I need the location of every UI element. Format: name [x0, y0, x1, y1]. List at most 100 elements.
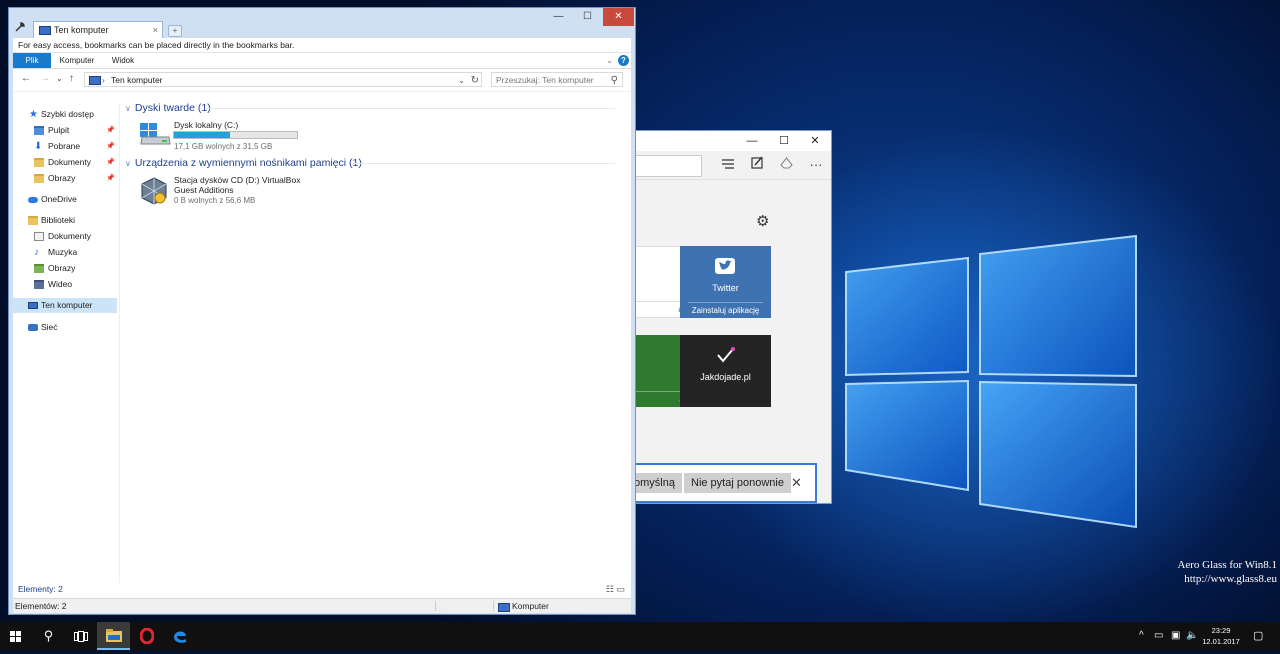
file-explorer-window: Ten komputer × + — ☐ ✕ For easy access, …	[8, 7, 636, 615]
search-input[interactable]: Przeszukaj: Ten komputer ⚲	[491, 72, 623, 87]
library-icon	[28, 216, 38, 225]
twitter-bird-icon	[715, 258, 735, 274]
opera-icon	[139, 627, 154, 645]
edge-taskbar-button[interactable]	[163, 622, 196, 650]
twitter-tile-install[interactable]: Zainstaluj aplikację	[688, 302, 763, 315]
drive-usage-bar	[173, 131, 298, 139]
file-explorer-taskbar-button[interactable]	[97, 622, 130, 650]
nav-item-biblioteki-dokumenty[interactable]: Dokumenty	[13, 229, 117, 244]
recent-locations-icon[interactable]: ⌄	[56, 74, 63, 83]
default-browser-notification: omyślną Nie pytaj ponownie ✕	[635, 463, 817, 503]
minimize-icon[interactable]: —	[545, 8, 572, 26]
close-icon[interactable]: ✕	[603, 8, 634, 26]
close-icon[interactable]: ✕	[800, 131, 830, 151]
refresh-icon[interactable]: ↻	[471, 73, 479, 88]
volume-icon[interactable]: 🔈	[1186, 622, 1198, 650]
nav-label: Obrazy	[48, 173, 76, 183]
nav-item-pobrane[interactable]: ⬇ Pobrane 📌	[13, 139, 117, 154]
edge-icon	[173, 631, 186, 643]
documents-icon	[34, 232, 44, 241]
search-button[interactable]: ⚲	[32, 622, 65, 650]
nav-item-obrazy[interactable]: Obrazy 📌	[13, 171, 117, 186]
minimize-icon[interactable]: —	[737, 131, 767, 151]
bookmarks-bar: For easy access, bookmarks can be placed…	[13, 38, 631, 53]
nav-label: Pobrane	[48, 141, 81, 151]
edge-address-bar[interactable]	[635, 155, 702, 177]
pin-icon[interactable]: 📌	[106, 123, 115, 138]
nav-label: Pulpit	[48, 125, 70, 135]
tab-ten-komputer[interactable]: Ten komputer ×	[33, 21, 163, 38]
nav-item-pulpit[interactable]: Pulpit 📌	[13, 123, 117, 138]
drive-free-space: 0 B wolnych z 56,6 MB	[174, 196, 256, 205]
pin-icon[interactable]: 📌	[106, 155, 115, 170]
tab-plik[interactable]: Plik	[13, 53, 51, 68]
gear-icon[interactable]: ⚙	[756, 212, 769, 230]
group-title: Dyski twarde (1)	[134, 102, 211, 114]
nav-item-biblioteki[interactable]: Biblioteki	[13, 213, 117, 228]
web-note-icon[interactable]	[746, 156, 768, 174]
virtualbox-cd-icon	[141, 177, 167, 205]
drive-name: Stacja dysków CD (D:) VirtualBox	[174, 175, 301, 185]
breadcrumb-chevron-icon: ›	[102, 75, 105, 85]
nav-item-wideo[interactable]: Wideo	[13, 277, 117, 292]
status-zone: Komputer	[497, 599, 549, 613]
nav-item-onedrive[interactable]: OneDrive	[13, 192, 117, 207]
address-bar[interactable]: › Ten komputer ⌄ ↻	[84, 72, 482, 87]
cloud-icon	[28, 197, 38, 203]
opera-taskbar-button[interactable]	[130, 622, 163, 650]
hard-drive-icon	[140, 123, 171, 145]
close-icon[interactable]: ✕	[791, 473, 802, 493]
music-icon: ♪	[34, 247, 39, 258]
maximize-icon[interactable]: ☐	[574, 8, 601, 26]
tab-widok[interactable]: Widok	[105, 53, 141, 68]
action-center-icon[interactable]: ▢	[1253, 622, 1263, 650]
more-icon[interactable]: ···	[805, 156, 827, 174]
show-hidden-icons[interactable]: ^	[1139, 622, 1144, 650]
jakdojade-tile[interactable]: Jakdojade.pl	[680, 335, 771, 407]
network-icon[interactable]: ▣	[1171, 622, 1180, 650]
search-icon: ⚲	[43, 628, 54, 643]
battery-power-icon[interactable]: ▭	[1154, 622, 1163, 650]
nav-item-siec[interactable]: Sieć	[13, 320, 117, 335]
nav-label: Dokumenty	[48, 157, 91, 167]
new-tab-button[interactable]: +	[168, 25, 182, 37]
breadcrumb-ten-komputer[interactable]: Ten komputer	[111, 73, 163, 88]
explorer-body: For easy access, bookmarks can be placed…	[13, 38, 631, 613]
computer-icon	[89, 76, 101, 85]
back-icon[interactable]: ←	[21, 73, 31, 84]
navigation-pane: ★ Szybki dostęp Pulpit 📌 ⬇ Pobrane 📌 Dok…	[13, 103, 120, 583]
computer-icon	[39, 26, 51, 35]
help-icon[interactable]: ?	[618, 55, 629, 66]
tab-komputer[interactable]: Komputer	[55, 53, 99, 68]
nav-item-ten-komputer[interactable]: Ten komputer	[13, 298, 117, 313]
share-icon[interactable]	[775, 156, 797, 174]
set-default-button[interactable]: omyślną	[635, 473, 682, 493]
forward-icon[interactable]: →	[40, 73, 50, 84]
close-tab-icon[interactable]: ×	[153, 22, 158, 38]
pin-icon[interactable]: 📌	[106, 139, 115, 154]
status-zone-label: Komputer	[512, 601, 549, 611]
expand-ribbon-icon[interactable]: ⌄	[606, 53, 613, 68]
edge-titlebar: — ☐ ✕	[635, 131, 831, 151]
group-header-urzadzenia[interactable]: ∨ Urządzenia z wymiennymi nośnikami pamię…	[125, 157, 615, 169]
status-bar: Elementów: 2 Komputer	[13, 598, 631, 613]
nav-item-muzyka[interactable]: ♪ Muzyka	[13, 245, 117, 260]
nav-item-biblioteki-obrazy[interactable]: Obrazy	[13, 261, 117, 276]
nav-item-dokumenty[interactable]: Dokumenty 📌	[13, 155, 117, 170]
clock[interactable]: 23:29 12.01.2017	[1201, 625, 1241, 647]
start-button[interactable]	[0, 622, 33, 650]
up-icon[interactable]: ↑	[69, 73, 74, 84]
hub-icon[interactable]	[717, 156, 739, 174]
dont-ask-again-button[interactable]: Nie pytaj ponownie	[684, 473, 791, 493]
twitter-tile[interactable]: Twitter Zainstaluj aplikację	[680, 246, 771, 318]
content-pane: ∨ Dyski twarde (1) Dysk lokalny (C:) 17,1…	[125, 102, 625, 583]
view-toggle-icons[interactable]: ☷ ▭	[606, 584, 625, 595]
maximize-icon[interactable]: ☐	[769, 131, 799, 151]
nav-item-szybki-dostep[interactable]: ★ Szybki dostęp	[13, 107, 117, 122]
pin-icon[interactable]: 📌	[106, 171, 115, 186]
group-title: Urządzenia z wymiennymi nośnikami pamięc…	[134, 157, 362, 169]
task-view-button[interactable]	[64, 622, 97, 650]
address-dropdown-icon[interactable]: ⌄	[458, 73, 465, 88]
wrench-icon[interactable]	[15, 22, 25, 35]
group-header-dyski-twarde[interactable]: ∨ Dyski twarde (1)	[125, 102, 615, 114]
